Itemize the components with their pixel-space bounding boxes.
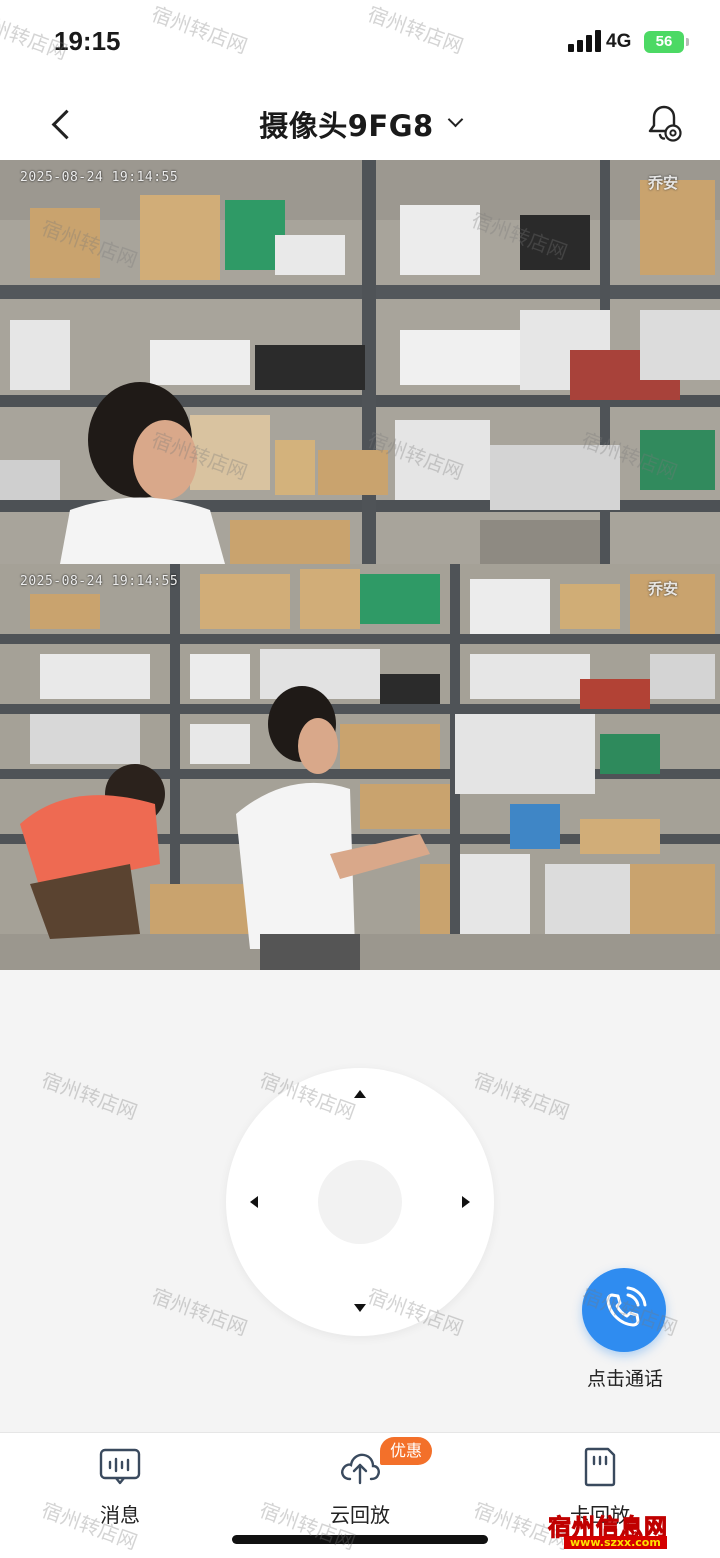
phone-call-icon bbox=[606, 1286, 647, 1327]
pan-up-arrow-icon[interactable] bbox=[354, 1090, 366, 1098]
camera-brand-logo: 乔安 bbox=[648, 174, 679, 192]
bell-gear-icon bbox=[648, 105, 682, 142]
video-timestamp: 2025-08-24 19:14:55 bbox=[20, 170, 179, 185]
tab-messages[interactable]: 消息 bbox=[50, 1443, 190, 1533]
page-title[interactable]: 摄像头9FG8 bbox=[259, 103, 433, 145]
ptz-direction-pad[interactable] bbox=[226, 1068, 494, 1336]
sd-card-icon bbox=[584, 1447, 616, 1487]
network-label: 4G bbox=[606, 31, 632, 52]
signal-icon bbox=[568, 30, 602, 52]
call-button[interactable] bbox=[582, 1268, 666, 1352]
cloud-upload-icon bbox=[341, 1453, 380, 1485]
camera-brand-logo: 乔安 bbox=[648, 580, 679, 598]
message-chart-icon bbox=[99, 1448, 141, 1485]
pan-down-arrow-icon[interactable] bbox=[354, 1304, 366, 1312]
status-bar: 19:15 4G 56 bbox=[0, 0, 720, 88]
battery-cap bbox=[686, 38, 689, 46]
status-time: 19:15 bbox=[54, 26, 121, 56]
camera-video-top[interactable]: 2025-08-24 19:14:55 乔安 bbox=[0, 160, 720, 564]
bell-settings-button[interactable] bbox=[640, 100, 688, 148]
pan-right-arrow-icon[interactable] bbox=[462, 1196, 470, 1208]
promo-badge: 优惠 bbox=[380, 1437, 433, 1465]
tab-messages-label: 消息 bbox=[100, 1503, 140, 1527]
watermark-text: 宿州转店网 bbox=[38, 1067, 141, 1125]
call-label: 点击通话 bbox=[586, 1368, 663, 1390]
watermark-text: 宿州转店网 bbox=[470, 1067, 573, 1125]
home-indicator[interactable] bbox=[232, 1535, 488, 1544]
ptz-center-button[interactable] bbox=[318, 1160, 402, 1244]
tab-cloud-playback-label: 云回放 bbox=[330, 1503, 390, 1527]
nav-bar: 摄像头9FG8 bbox=[0, 88, 720, 160]
site-url: www.szxx.com bbox=[564, 1536, 667, 1549]
camera-video-bottom[interactable]: 2025-08-24 19:14:55 乔安 bbox=[0, 564, 720, 970]
video-timestamp: 2025-08-24 19:14:55 bbox=[20, 574, 179, 589]
pan-left-arrow-icon[interactable] bbox=[250, 1196, 258, 1208]
watermark-text: 宿州转店网 bbox=[148, 1283, 251, 1341]
chevron-down-icon[interactable] bbox=[447, 111, 464, 127]
battery-icon: 56 bbox=[644, 31, 684, 53]
back-button[interactable] bbox=[40, 102, 84, 146]
